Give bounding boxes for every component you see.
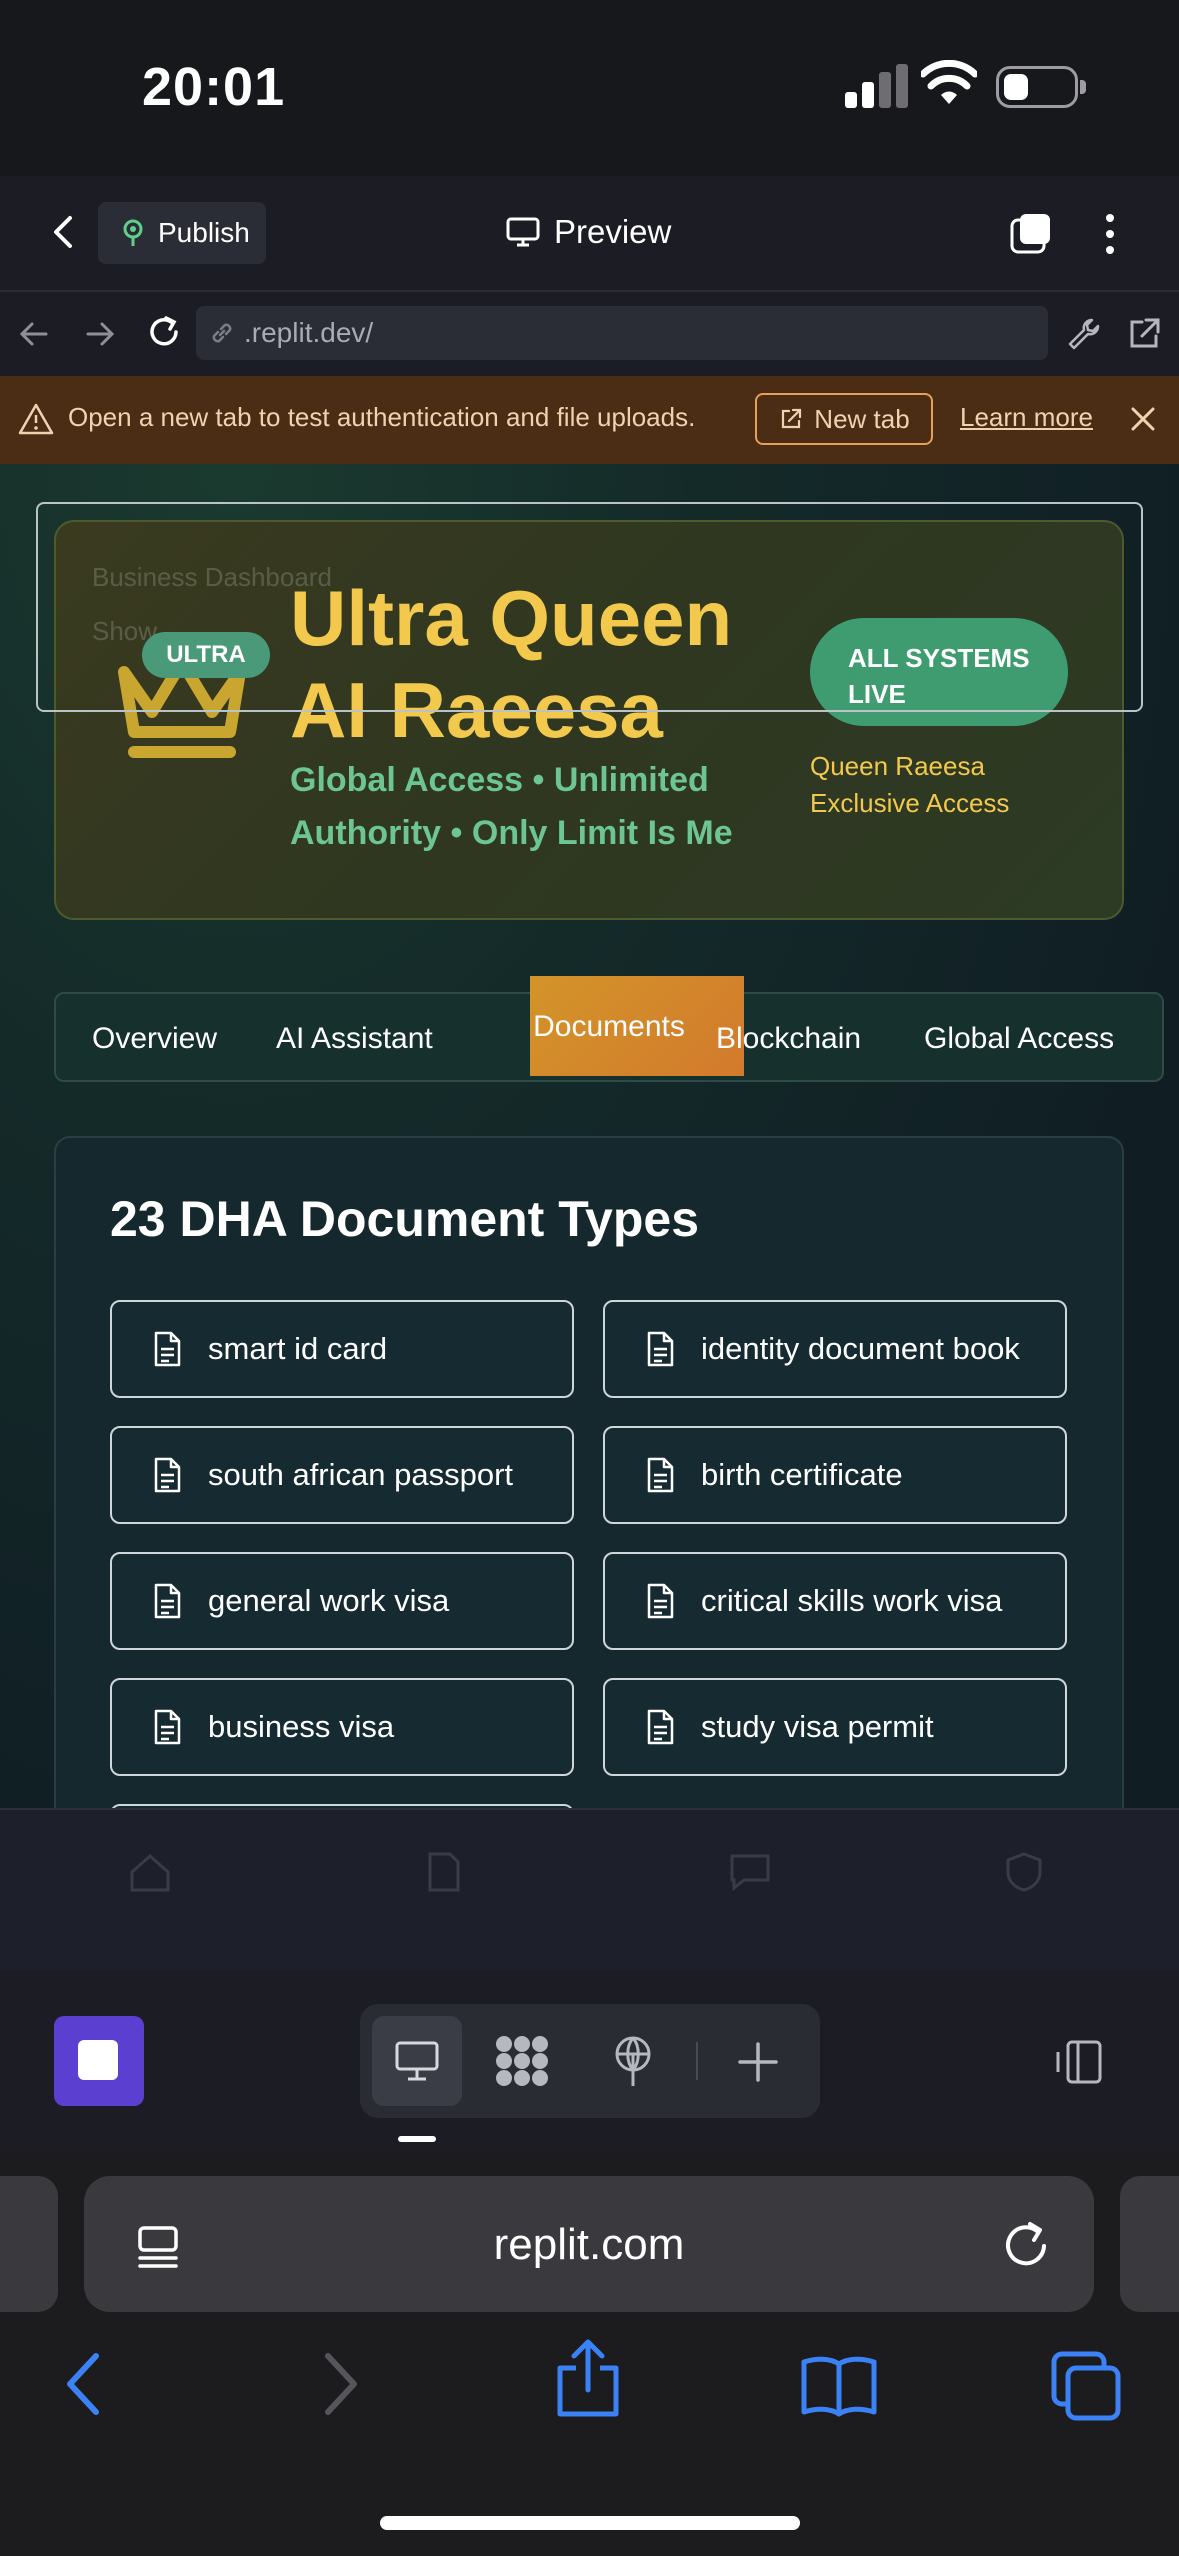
link-icon [212,323,232,343]
document-icon [647,1709,674,1745]
overlay-frame [36,502,1143,712]
back-chevron-icon[interactable] [44,208,84,256]
document-type-label: business visa [208,1709,395,1744]
bookmarks-icon[interactable] [800,2354,878,2418]
monitor-icon [395,2041,439,2081]
next-tab-peek[interactable] [1120,2176,1179,2312]
nav-forward-icon[interactable] [80,314,120,354]
document-type-button[interactable]: business visa [110,1678,574,1776]
warning-icon [18,403,54,435]
access-note: Queen Raeesa Exclusive Access [810,751,1010,818]
reload-icon[interactable] [1000,2220,1052,2272]
document-type-button[interactable]: study visa permit [603,1678,1067,1776]
document-icon [647,1583,674,1619]
url-text: .replit.dev/ [244,317,374,348]
document-icon [154,1583,181,1619]
share-icon[interactable] [554,2338,622,2418]
panel-toggle-icon[interactable] [1052,2038,1104,2086]
document-icon [154,1457,181,1493]
document-type-button[interactable]: south african passport [110,1426,574,1524]
document-icon [154,1331,181,1367]
wifi-icon [921,60,977,104]
battery-icon [996,66,1078,108]
document-icon [647,1457,674,1493]
url-row: .replit.dev/ [0,292,1179,376]
reload-icon[interactable] [144,312,184,352]
app-bottom-nav [0,1808,1179,1970]
url-input[interactable]: .replit.dev/ [196,306,1048,360]
safari-toolbar: replit.com [0,2150,1179,2556]
desktop-view-button[interactable] [372,2016,462,2106]
tabs-overview-icon[interactable] [1050,2350,1122,2422]
warning-message: Open a new tab to test authentication an… [68,402,696,432]
document-icon [154,1709,181,1745]
add-icon[interactable] [736,2040,780,2084]
document-type-label: general work visa [208,1583,450,1618]
document-type-label: birth certificate [701,1457,903,1492]
chat-icon[interactable] [728,1852,772,1892]
document-icon[interactable] [424,1852,464,1892]
replit-header: Publish Preview [0,176,1179,292]
safari-back-icon[interactable] [62,2350,106,2418]
external-link-icon[interactable] [1124,314,1164,354]
warning-banner: Open a new tab to test authentication an… [0,376,1179,464]
document-type-label: critical skills work visa [701,1583,1003,1618]
document-type-button[interactable]: identity document book [603,1300,1067,1398]
preview-tab[interactable]: Preview [506,208,671,256]
publish-button[interactable]: Publish [98,202,266,264]
publish-label: Publish [158,217,250,248]
battery-tip [1080,80,1086,94]
deploy-icon[interactable] [608,2034,658,2088]
scroll-indicator [398,2136,436,2142]
home-icon[interactable] [128,1852,172,1892]
previous-tab-peek[interactable] [0,2176,58,2312]
monitor-icon [506,217,540,247]
app-viewport: Business Dashboard Show ULTRA Ultra Quee… [0,464,1179,1808]
hero-subtitle: Global Access • Unlimited Authority • On… [290,761,733,852]
shield-icon[interactable] [1004,1852,1044,1892]
stop-icon [78,2040,118,2080]
address-bar[interactable]: replit.com [84,2176,1094,2312]
tabs-icon[interactable] [1010,212,1052,254]
tab-documents[interactable]: Documents [502,982,716,1072]
document-type-label: south african passport [208,1457,514,1492]
divider [696,2042,698,2080]
new-tab-button[interactable]: New tab [755,393,933,445]
document-type-label: smart id card [208,1331,388,1366]
tab-blockchain[interactable]: Blockchain [716,994,861,1084]
wrench-icon[interactable] [1064,314,1104,354]
cellular-signal-icon [845,64,908,108]
status-bar: 20:01 [0,0,1179,176]
new-tab-label: New tab [814,403,910,434]
stop-button[interactable] [54,2016,144,2106]
apps-grid-icon[interactable] [494,2034,550,2088]
preview-label: Preview [554,213,672,250]
publish-icon [123,219,143,246]
address-domain: replit.com [493,2220,685,2269]
tab-global-access[interactable]: Global Access [924,994,1114,1084]
external-link-icon [782,408,802,429]
status-clock: 20:01 [142,57,286,117]
replit-toolbar [0,1970,1179,2150]
document-type-button[interactable]: smart id card [110,1300,574,1398]
document-icon [647,1331,674,1367]
document-type-button[interactable]: critical skills work visa [603,1552,1067,1650]
more-options-icon[interactable] [1100,212,1120,256]
documents-title: 23 DHA Document Types [110,1191,700,1247]
section-tabs: Overview AI Assistant Documents Blockcha… [54,976,1164,1084]
document-type-button[interactable]: general work visa [110,1552,574,1650]
learn-more-link[interactable]: Learn more [960,402,1093,433]
view-switcher [360,2004,820,2118]
close-icon[interactable] [1128,404,1158,434]
document-type-label: study visa permit [701,1709,934,1744]
nav-back-icon[interactable] [14,314,54,354]
document-type-button[interactable]: birth certificate [603,1426,1067,1524]
tab-overview[interactable]: Overview [92,994,217,1084]
tab-ai-assistant[interactable]: AI Assistant [276,994,433,1084]
document-type-label: identity document book [701,1331,1020,1366]
home-indicator [380,2516,800,2530]
safari-forward-icon[interactable] [318,2350,362,2418]
